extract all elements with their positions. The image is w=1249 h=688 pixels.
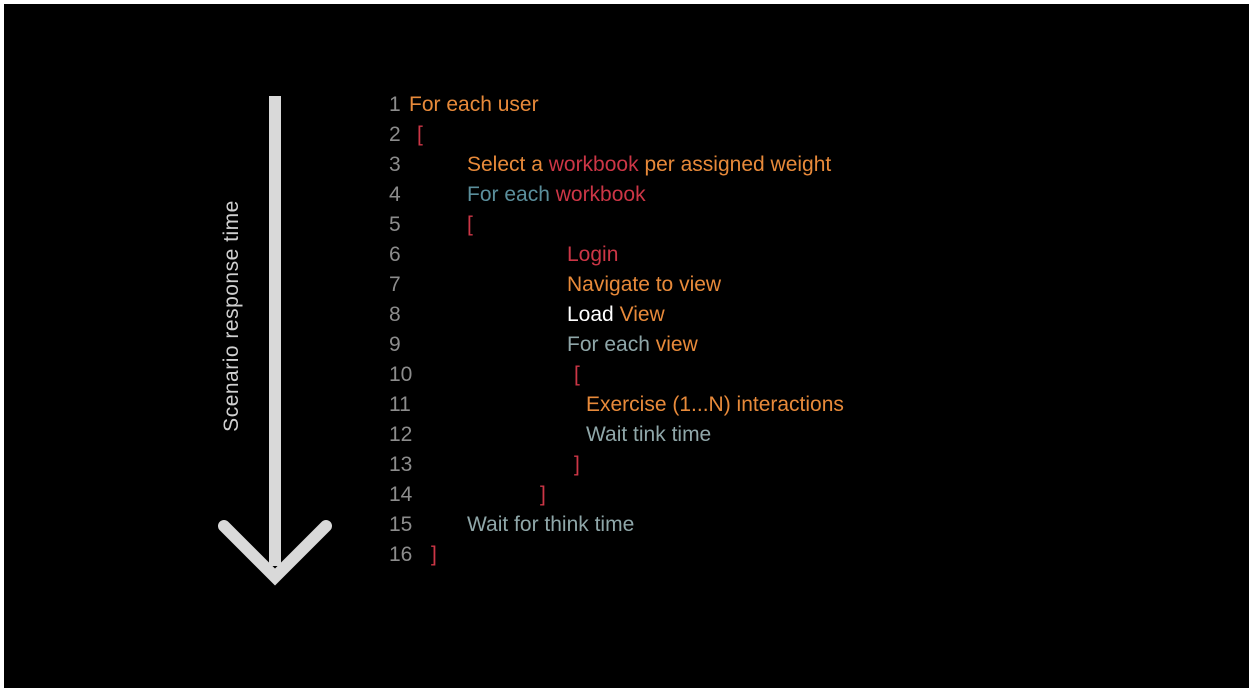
code-token: For each [567, 333, 656, 356]
code-token: workbook [548, 153, 639, 176]
line-content: Wait for think time [467, 510, 634, 540]
line-number: 7 [389, 273, 401, 296]
line-content: Load View [567, 300, 665, 330]
line-number: 3 [389, 153, 401, 176]
line-content: Wait tink time [586, 420, 711, 450]
code-token: [ [467, 213, 473, 236]
code-token: For each [467, 183, 556, 206]
code-token: Wait tink time [586, 423, 712, 446]
line-content: For each view [567, 330, 698, 360]
line-number: 4 [389, 183, 401, 206]
line-number: 15 [389, 513, 413, 536]
line-content: Exercise (1...N) interactions [586, 390, 844, 420]
code-token: Login [567, 243, 619, 266]
line-content: [ [574, 360, 580, 390]
line-content: Select a workbook per assigned weight [467, 150, 831, 180]
line-content: Login [567, 240, 618, 270]
code-token: Navigate to view [567, 273, 722, 296]
line-content: [ [467, 210, 473, 240]
line-number: 1 [389, 93, 401, 116]
code-token: ] [574, 453, 580, 476]
pseudocode-block: 1 For each user 2 [3 Select a workbook per a… [4, 4, 1249, 688]
line-number: 16 [389, 543, 413, 566]
line-number: 2 [389, 123, 401, 146]
line-number: 9 [389, 333, 401, 356]
code-token: [ [417, 123, 423, 146]
line-content: ] [574, 450, 580, 480]
code-token: View [619, 303, 665, 326]
code-token: view [655, 333, 698, 356]
code-token: Exercise (1...N) interactions [586, 393, 844, 416]
line-content: For each workbook [467, 180, 646, 210]
slide: Scenario response time 1 For each user 2[3… [4, 4, 1249, 688]
line-number: 11 [389, 393, 411, 416]
line-content: ] [431, 540, 437, 570]
code-token: workbook [555, 183, 646, 206]
code-token: ] [540, 483, 546, 506]
code-token: ] [431, 543, 437, 566]
code-token: For each user [409, 93, 539, 116]
line-number: 6 [389, 243, 401, 266]
line-number: 14 [389, 483, 413, 506]
line-number: 10 [389, 363, 413, 386]
code-token: Wait for think time [467, 513, 635, 536]
code-token: Load [567, 303, 620, 326]
line-number: 5 [389, 213, 401, 236]
code-token: per assigned weight [638, 153, 832, 176]
line-content: Navigate to view [567, 270, 721, 300]
line-number: 12 [389, 423, 413, 446]
code-token: Select a [467, 153, 549, 176]
line-number: 8 [389, 303, 401, 326]
line-content: [ [417, 120, 423, 150]
code-token: [ [574, 363, 580, 386]
line-content: For each user [409, 90, 539, 120]
line-number: 13 [389, 453, 413, 476]
line-content: ] [540, 480, 546, 510]
